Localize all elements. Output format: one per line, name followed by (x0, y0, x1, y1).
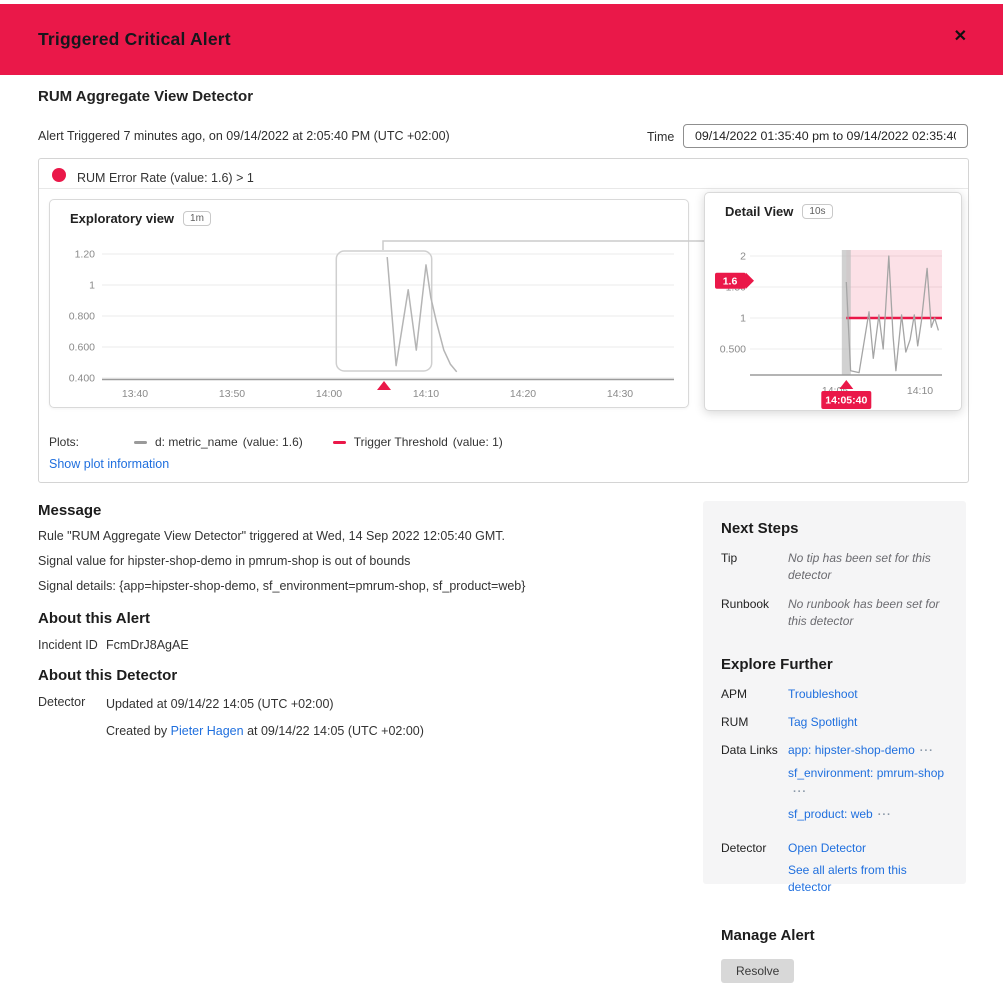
about-alert-section: About this Alert Incident ID FcmDrJ8AgAE (38, 610, 658, 652)
alert-header-title: Triggered Critical Alert (38, 29, 231, 50)
more-options-icon[interactable]: ··· (793, 786, 807, 798)
alert-chart-card: RUM Error Rate (value: 1.6) > 1 1.20 1 0.8… (38, 158, 969, 483)
svg-text:14:05:40: 14:05:40 (825, 395, 867, 407)
tip-label: Tip (721, 550, 788, 585)
detector-links-label: Detector (721, 840, 788, 902)
message-heading: Message (38, 502, 658, 519)
svg-text:0.600: 0.600 (69, 342, 95, 354)
tip-value: No tip has been set for this detector (788, 550, 950, 585)
runbook-value: No runbook has been set for this detecto… (788, 596, 950, 631)
alert-header-bar: Triggered Critical Alert ✕ (0, 4, 1003, 75)
svg-text:14:30: 14:30 (607, 388, 633, 400)
svg-text:14:10: 14:10 (907, 385, 933, 397)
creator-link[interactable]: Pieter Hagen (171, 724, 244, 738)
svg-text:0.500: 0.500 (720, 344, 746, 356)
manage-alert-heading: Manage Alert (721, 927, 950, 944)
exploratory-chart[interactable]: 1.20 1 0.800 0.600 0.400 13:40 13:50 14:00 14:10… (50, 200, 688, 407)
legend-item-metric: d: metric_name (value: 1.6) (134, 435, 303, 449)
metric-line-swatch (134, 441, 147, 444)
svg-text:1: 1 (740, 313, 746, 325)
detector-updated-text: Updated at 09/14/22 14:05 (UTC +02:00) (106, 695, 658, 713)
close-icon[interactable]: ✕ (954, 29, 967, 45)
svg-text:2: 2 (740, 251, 746, 263)
alert-sidebar: Next Steps Tip No tip has been set for t… (703, 501, 966, 884)
show-plot-information-link[interactable]: Show plot information (49, 457, 169, 471)
apm-troubleshoot-link[interactable]: Troubleshoot (788, 687, 858, 701)
message-line: Rule "RUM Aggregate View Detector" trigg… (38, 530, 658, 543)
detail-chart[interactable]: 21.5010.50014:0514:101.614:05:40 (705, 193, 961, 410)
alert-time-flag: 14:05:40 (821, 391, 871, 409)
svg-text:14:00: 14:00 (316, 388, 342, 400)
time-range-input[interactable] (683, 124, 968, 148)
plots-label: Plots: (49, 435, 134, 449)
svg-text:14:20: 14:20 (510, 388, 536, 400)
signal-value-flag: 1.6 (715, 273, 754, 289)
svg-text:1: 1 (89, 280, 95, 292)
data-links-label: Data Links (721, 742, 788, 828)
about-alert-heading: About this Alert (38, 610, 658, 627)
more-options-icon[interactable]: ··· (878, 809, 892, 821)
detector-label: Detector (38, 695, 106, 749)
page-title: RUM Aggregate View Detector (38, 88, 253, 105)
svg-text:14:10: 14:10 (413, 388, 439, 400)
explore-further-heading: Explore Further (721, 656, 950, 673)
svg-text:13:40: 13:40 (122, 388, 148, 400)
message-section: Message Rule "RUM Aggregate View Detecto… (38, 502, 658, 605)
detail-view-title: Detail View (725, 204, 793, 219)
open-detector-link[interactable]: Open Detector (788, 840, 866, 857)
rum-label: RUM (721, 714, 788, 731)
rum-tag-spotlight-link[interactable]: Tag Spotlight (788, 715, 857, 729)
critical-severity-icon (52, 168, 66, 182)
next-steps-heading: Next Steps (721, 520, 950, 537)
apm-label: APM (721, 686, 788, 703)
plots-legend: Plots: d: metric_name (value: 1.6) Trigg… (49, 435, 533, 449)
message-line: Signal value for hipster-shop-demo in pm… (38, 555, 658, 568)
svg-text:1.6: 1.6 (723, 276, 738, 288)
resolution-badge-10s: 10s (802, 204, 832, 219)
incident-id-value: FcmDrJ8AgAE (106, 638, 658, 652)
time-label: Time (647, 130, 674, 144)
resolve-button[interactable]: Resolve (721, 959, 794, 983)
alert-triggered-text: Alert Triggered 7 minutes ago, on 09/14/… (38, 129, 450, 143)
detail-view-panel[interactable]: 21.5010.50014:0514:101.614:05:40 Detail … (704, 192, 962, 411)
see-all-alerts-link[interactable]: See all alerts from this detector (788, 862, 950, 897)
divider (39, 188, 968, 189)
svg-text:13:50: 13:50 (219, 388, 245, 400)
threshold-line-swatch (333, 441, 346, 444)
alert-condition-text: RUM Error Rate (value: 1.6) > 1 (77, 171, 254, 185)
incident-id-label: Incident ID (38, 638, 106, 652)
data-link-sf-product[interactable]: sf_product: web (788, 806, 873, 823)
legend-item-threshold: Trigger Threshold (value: 1) (333, 435, 503, 449)
message-line: Signal details: {app=hipster-shop-demo, … (38, 580, 658, 593)
svg-text:1.20: 1.20 (75, 249, 96, 261)
data-link-app[interactable]: app: hipster-shop-demo (788, 742, 915, 759)
data-link-sf-environment[interactable]: sf_environment: pmrum-shop (788, 765, 944, 782)
about-detector-heading: About this Detector (38, 667, 658, 684)
runbook-label: Runbook (721, 596, 788, 631)
exploratory-view-title: Exploratory view (70, 211, 174, 226)
resolution-badge-1m: 1m (183, 211, 211, 226)
svg-text:0.400: 0.400 (69, 373, 95, 385)
exploratory-view-panel[interactable]: 1.20 1 0.800 0.600 0.400 13:40 13:50 14:00 14:10… (49, 199, 689, 408)
svg-text:0.800: 0.800 (69, 311, 95, 323)
about-detector-section: About this Detector Detector Updated at … (38, 667, 658, 749)
more-options-icon[interactable]: ··· (920, 745, 934, 757)
detector-created-text: Created by Pieter Hagen at 09/14/22 14:0… (106, 722, 658, 740)
